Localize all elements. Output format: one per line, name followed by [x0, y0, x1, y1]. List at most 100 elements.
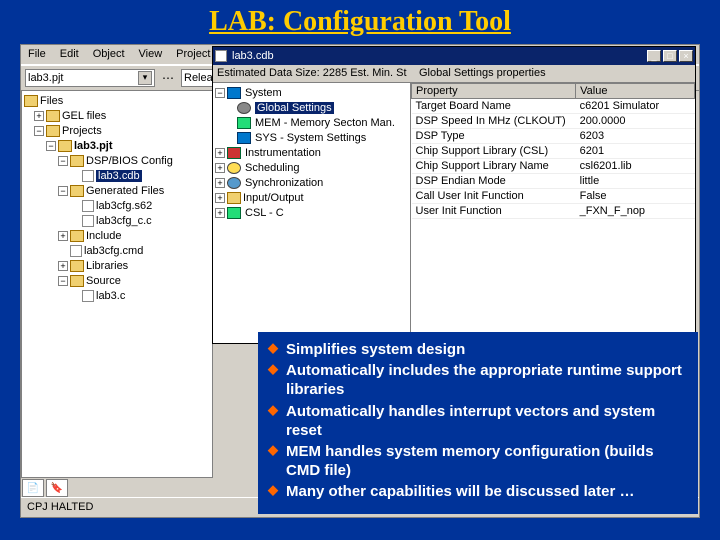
- gear-icon: [237, 102, 251, 114]
- file-icon: [82, 290, 94, 302]
- properties-table: PropertyValue Target Board Namec6201 Sim…: [411, 83, 695, 343]
- document-icon: [215, 50, 227, 62]
- cfg-sched[interactable]: Scheduling: [245, 162, 299, 174]
- tree-libs[interactable]: Libraries: [86, 260, 128, 272]
- tree-genfiles[interactable]: Generated Files: [86, 185, 164, 197]
- cfg-io[interactable]: Input/Output: [243, 192, 304, 204]
- slide-title: LAB: Configuration Tool: [0, 0, 720, 40]
- table-row: DSP Speed In MHz (CLKOUT)200.0000: [412, 114, 695, 129]
- bullet-overlay: ◆Simplifies system design ◆Automatically…: [258, 332, 698, 514]
- menu-project[interactable]: Project: [169, 45, 217, 64]
- expand-icon[interactable]: +: [215, 163, 225, 173]
- properties-pane: PropertyValue Target Board Namec6201 Sim…: [411, 83, 695, 343]
- cfg-sys[interactable]: SYS - System Settings: [255, 132, 366, 144]
- clock-icon: [227, 162, 241, 174]
- menu-view[interactable]: View: [132, 45, 170, 64]
- menu-file[interactable]: File: [21, 45, 53, 64]
- collapse-icon[interactable]: −: [58, 186, 68, 196]
- table-row: Call User Init FunctionFalse: [412, 189, 695, 204]
- tree-include[interactable]: Include: [86, 230, 121, 242]
- cfg-sync[interactable]: Synchronization: [245, 177, 323, 189]
- close-button[interactable]: ×: [679, 50, 693, 62]
- project-combo-value: lab3.pjt: [28, 72, 63, 84]
- io-icon: [227, 192, 241, 204]
- expand-icon[interactable]: +: [215, 178, 225, 188]
- expand-icon[interactable]: +: [34, 111, 44, 121]
- tree-source[interactable]: Source: [86, 275, 121, 287]
- chevron-down-icon: ▾: [138, 71, 152, 85]
- bullet-text: Automatically includes the appropriate r…: [286, 361, 688, 399]
- expand-icon[interactable]: +: [215, 208, 225, 218]
- tree-bioscfg[interactable]: DSP/BIOS Config: [86, 155, 173, 167]
- toolbar-icon-1[interactable]: ⋯: [159, 69, 177, 87]
- table-row: Chip Support Library (CSL)6201: [412, 144, 695, 159]
- bullet-icon: ◆: [268, 340, 278, 359]
- col-value[interactable]: Value: [576, 84, 695, 99]
- tree-g2[interactable]: lab3cfg_c.c: [96, 215, 152, 227]
- project-tree-pane: Files +GEL files −Projects −lab3.pjt −DS…: [21, 91, 213, 487]
- expand-icon[interactable]: +: [215, 148, 225, 158]
- bullet-text: MEM handles system memory configuration …: [286, 442, 688, 480]
- col-property[interactable]: Property: [412, 84, 576, 99]
- collapse-icon[interactable]: −: [34, 126, 44, 136]
- tree-cmd[interactable]: lab3cfg.cmd: [84, 245, 143, 257]
- collapse-icon[interactable]: −: [215, 88, 225, 98]
- table-row: DSP Type6203: [412, 129, 695, 144]
- expand-icon[interactable]: +: [58, 231, 68, 241]
- folder-icon: [70, 260, 84, 272]
- tab-bookmarks-icon[interactable]: 🔖: [46, 479, 68, 487]
- menu-edit[interactable]: Edit: [53, 45, 86, 64]
- cfg-csl[interactable]: CSL - C: [245, 207, 284, 219]
- config-title: lab3.cdb: [232, 50, 274, 62]
- chip-icon: [227, 207, 241, 219]
- props-title: Global Settings properties: [415, 67, 691, 80]
- tab-files-icon[interactable]: 📄: [22, 479, 44, 487]
- cfg-global[interactable]: Global Settings: [255, 102, 334, 114]
- table-row: User Init Function_FXN_F_nop: [412, 204, 695, 219]
- tree-cdb[interactable]: lab3.cdb: [96, 170, 142, 182]
- expand-icon[interactable]: +: [215, 193, 225, 203]
- table-row: Target Board Namec6201 Simulator: [412, 99, 695, 114]
- minimize-button[interactable]: _: [647, 50, 661, 62]
- cfg-mem[interactable]: MEM - Memory Secton Man.: [255, 117, 395, 129]
- tree-gel[interactable]: GEL files: [62, 110, 106, 122]
- table-row: DSP Endian Modelittle: [412, 174, 695, 189]
- project-combo[interactable]: lab3.pjt ▾: [25, 69, 155, 87]
- bullet-icon: ◆: [268, 402, 278, 440]
- config-titlebar[interactable]: lab3.cdb _ □ ×: [213, 47, 695, 65]
- monitor-icon: [237, 132, 251, 144]
- instrument-icon: [227, 147, 241, 159]
- tree-project[interactable]: lab3.pjt: [74, 140, 113, 152]
- tree-projects[interactable]: Projects: [62, 125, 102, 137]
- collapse-icon[interactable]: −: [58, 276, 68, 286]
- folder-icon: [70, 230, 84, 242]
- expand-icon[interactable]: +: [58, 261, 68, 271]
- tree-tabbar: 📄 🔖: [21, 477, 213, 487]
- folder-icon: [70, 155, 84, 167]
- menu-object[interactable]: Object: [86, 45, 132, 64]
- chip-icon: [237, 117, 251, 129]
- estimated-size-label: Estimated Data Size: 2285 Est. Min. St: [217, 67, 415, 80]
- folder-icon: [58, 140, 72, 152]
- sync-icon: [227, 177, 241, 189]
- cfg-instr[interactable]: Instrumentation: [245, 147, 321, 159]
- maximize-button[interactable]: □: [663, 50, 677, 62]
- config-tree: − System Global Settings MEM - Memory Sec…: [213, 83, 411, 343]
- collapse-icon[interactable]: −: [46, 141, 56, 151]
- bullet-icon: ◆: [268, 482, 278, 501]
- cfg-system[interactable]: System: [245, 87, 282, 99]
- tree-root[interactable]: Files: [40, 95, 63, 107]
- config-window: lab3.cdb _ □ × Estimated Data Size: 2285…: [212, 46, 696, 344]
- tree-src1[interactable]: lab3.c: [96, 290, 125, 302]
- collapse-icon[interactable]: −: [58, 156, 68, 166]
- folder-icon: [46, 110, 60, 122]
- bullet-text: Simplifies system design: [286, 340, 465, 359]
- bullet-text: Automatically handles interrupt vectors …: [286, 402, 688, 440]
- bullet-text: Many other capabilities will be discusse…: [286, 482, 634, 501]
- folder-icon: [70, 275, 84, 287]
- tree-g1[interactable]: lab3cfg.s62: [96, 200, 152, 212]
- file-icon: [82, 200, 94, 212]
- folder-icon: [24, 95, 38, 107]
- table-row: Chip Support Library Namecsl6201.lib: [412, 159, 695, 174]
- bullet-icon: ◆: [268, 442, 278, 480]
